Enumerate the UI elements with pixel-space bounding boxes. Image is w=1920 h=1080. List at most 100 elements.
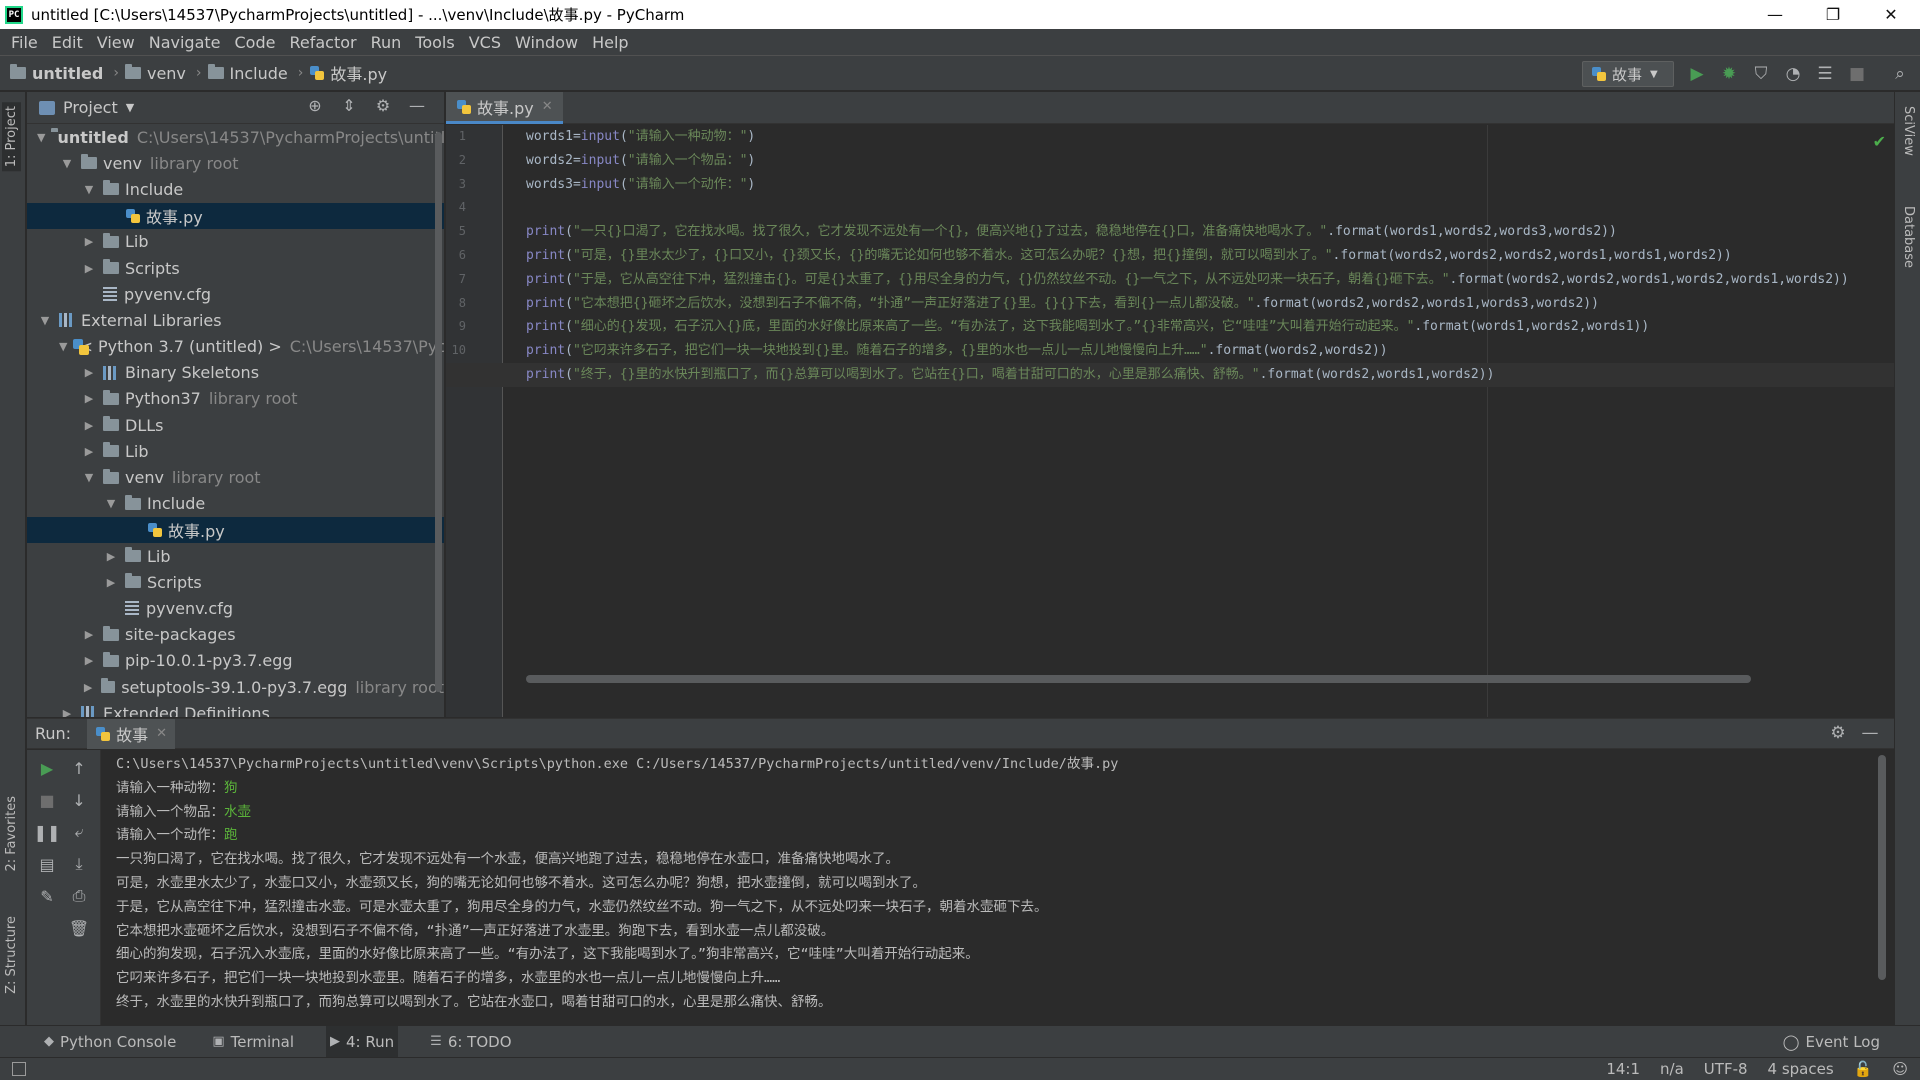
project-tool-tab[interactable]: 1: Project — [2, 102, 21, 172]
run-configuration-select[interactable]: 故事 ▼ — [1582, 61, 1674, 87]
run-tab[interactable]: 故事 ✕ — [87, 718, 175, 749]
code-line[interactable]: print("它本想把{}砸坏之后饮水，没想到石子不偏不倚，“扑通”一声正好落进… — [526, 292, 1894, 316]
indent-setting[interactable]: 4 spaces — [1768, 1060, 1834, 1078]
collapsed-arrow-icon[interactable]: ▶ — [81, 445, 97, 458]
collapsed-arrow-icon[interactable]: ▶ — [81, 392, 97, 405]
menu-code[interactable]: Code — [228, 33, 283, 52]
collapsed-arrow-icon[interactable]: ▶ — [81, 262, 97, 275]
editor-horizontal-scrollbar[interactable] — [526, 675, 1751, 683]
menu-refactor[interactable]: Refactor — [282, 33, 363, 52]
chevron-down-icon[interactable]: ▼ — [126, 101, 134, 114]
breadcrumb-project[interactable]: untitled — [10, 64, 103, 83]
layout-icon[interactable]: ▤ — [35, 852, 59, 876]
python-console-tab[interactable]: ◆ Python Console — [40, 1026, 180, 1058]
tree-item[interactable]: ▶ site-packages — [27, 622, 444, 648]
arrow-up-icon[interactable]: ↑ — [67, 756, 91, 780]
collapsed-arrow-icon[interactable]: ▶ — [81, 366, 97, 379]
menu-navigate[interactable]: Navigate — [142, 33, 228, 52]
tree-item[interactable]: pyvenv.cfg — [27, 281, 444, 307]
restore-button[interactable]: ❐ — [1804, 0, 1862, 29]
console-output[interactable]: C:\Users\14537\PycharmProjects\untitled\… — [116, 753, 1876, 1015]
collapse-all-icon[interactable]: ⇕ — [332, 96, 366, 115]
collapsed-arrow-icon[interactable]: ▶ — [81, 235, 97, 248]
tree-item[interactable]: ▼ untitled C:\Users\14537\PycharmProjects\… — [27, 124, 444, 150]
tree-item[interactable]: pyvenv.cfg — [27, 595, 444, 621]
collapsed-arrow-icon[interactable]: ▶ — [81, 654, 97, 667]
menu-tools[interactable]: Tools — [408, 33, 461, 52]
gear-icon[interactable]: ⚙ — [366, 96, 400, 115]
code-line[interactable] — [526, 196, 1894, 220]
tree-item[interactable]: ▶ DLLs — [27, 412, 444, 438]
inspector-icon[interactable]: ☺ — [1892, 1060, 1908, 1078]
code-content[interactable]: words1=input("请输入一种动物：") words2=input("请输… — [446, 125, 1894, 387]
close-tab-icon[interactable]: ✕ — [542, 99, 553, 114]
run-tool-tab[interactable]: ▶ 4: Run — [326, 1025, 399, 1058]
pause-icon[interactable]: ❚❚ — [34, 820, 61, 844]
expanded-arrow-icon[interactable]: ▼ — [59, 340, 67, 353]
menu-file[interactable]: File — [4, 33, 45, 52]
menu-window[interactable]: Window — [508, 33, 585, 52]
tree-item[interactable]: ▼ venv library root — [27, 150, 444, 176]
scroll-to-end-icon[interactable]: ⤓ — [67, 852, 91, 876]
project-scrollbar[interactable] — [435, 132, 442, 692]
database-tool-tab[interactable]: Database — [1899, 202, 1918, 272]
tree-item[interactable]: ▶ Lib — [27, 543, 444, 569]
code-line[interactable]: print("可是，{}里水太少了，{}口又小，{}颈又长，{}的嘴无论如何也够… — [526, 244, 1894, 268]
toggle-tool-windows-icon[interactable] — [12, 1062, 26, 1076]
expanded-arrow-icon[interactable]: ▼ — [59, 157, 75, 170]
stop-icon[interactable]: ■ — [35, 788, 59, 812]
code-line[interactable]: print("于是，它从高空往下冲，猛烈撞击{}。可是{}太重了，{}用尽全身的… — [526, 268, 1894, 292]
expanded-arrow-icon[interactable]: ▼ — [37, 314, 53, 327]
breadcrumb-include[interactable]: Include — [207, 64, 288, 83]
collapsed-arrow-icon[interactable]: ▶ — [81, 628, 97, 641]
pin-icon[interactable]: ✎ — [35, 884, 59, 908]
expanded-arrow-icon[interactable]: ▼ — [37, 131, 45, 144]
hide-icon[interactable]: — — [1854, 723, 1886, 743]
expanded-arrow-icon[interactable]: ▼ — [81, 183, 97, 196]
lock-icon[interactable]: 🔓 — [1854, 1060, 1873, 1078]
tree-item[interactable]: ▶ Extended Definitions — [27, 700, 444, 717]
close-tab-icon[interactable]: ✕ — [156, 726, 167, 741]
hide-icon[interactable]: — — [400, 96, 434, 115]
event-log-tab[interactable]: ◯ Event Log — [1783, 1026, 1880, 1058]
debug-button[interactable]: ✹ — [1717, 62, 1741, 86]
menu-view[interactable]: View — [90, 33, 142, 52]
favorites-tool-tab[interactable]: 2: Favorites — [2, 792, 21, 876]
tab-story-py[interactable]: 故事.py ✕ — [446, 92, 563, 124]
terminal-tab[interactable]: ▣ Terminal — [208, 1026, 298, 1058]
breadcrumb-file[interactable]: 故事.py — [309, 61, 387, 85]
menu-vcs[interactable]: VCS — [462, 33, 508, 52]
tree-item[interactable]: ▼ Include — [27, 491, 444, 517]
tree-item[interactable]: ▶ Scripts — [27, 569, 444, 595]
trash-icon[interactable]: 🗑 — [67, 916, 91, 940]
caret-position[interactable]: 14:1 — [1606, 1060, 1640, 1078]
code-line[interactable]: print("一只{}口渴了，它在找水喝。找了很久，它才发现不远处有一个{}，便… — [526, 220, 1894, 244]
tree-item[interactable]: ▼ < Python 3.7 (untitled) > C:\Users\14537… — [27, 334, 444, 360]
tree-item[interactable]: ▶ Lib — [27, 438, 444, 464]
menu-edit[interactable]: Edit — [45, 33, 90, 52]
tree-item[interactable]: 故事.py — [27, 516, 444, 543]
concurrency-button[interactable]: ☰ — [1813, 62, 1837, 86]
tree-item[interactable]: ▶ setuptools-39.1.0-py3.7.egg library root — [27, 674, 444, 700]
soft-wrap-icon[interactable]: ⤶ — [67, 820, 91, 844]
coverage-button[interactable]: ⛉ — [1749, 62, 1773, 86]
todo-tab[interactable]: ☰ 6: TODO — [426, 1026, 515, 1058]
menu-run[interactable]: Run — [364, 33, 409, 52]
close-window-button[interactable]: ✕ — [1862, 0, 1920, 29]
tree-item[interactable]: ▶ Python37 library root — [27, 386, 444, 412]
code-line[interactable]: words2=input("请输入一个物品：") — [526, 149, 1894, 173]
tree-item[interactable]: ▶ Scripts — [27, 255, 444, 281]
tree-item[interactable]: ▶ pip-10.0.1-py3.7.egg — [27, 648, 444, 674]
tree-item[interactable]: ▼ External Libraries — [27, 307, 444, 333]
minimize-button[interactable]: — — [1746, 0, 1804, 29]
expanded-arrow-icon[interactable]: ▼ — [103, 497, 119, 510]
sciview-tool-tab[interactable]: SciView — [1899, 102, 1918, 160]
code-line[interactable]: print("终于，{}里的水快升到瓶口了，而{}总算可以喝到水了。它站在{}口… — [446, 362, 1894, 387]
line-separator[interactable]: n/a — [1660, 1060, 1684, 1078]
tree-item[interactable]: ▼ Include — [27, 176, 444, 202]
collapsed-arrow-icon[interactable]: ▶ — [81, 419, 97, 432]
breadcrumb-venv[interactable]: venv — [124, 64, 186, 83]
code-line[interactable]: words3=input("请输入一个动作：") — [526, 173, 1894, 197]
stop-button[interactable]: ■ — [1845, 62, 1869, 86]
search-icon[interactable]: ⌕ — [1888, 62, 1912, 86]
